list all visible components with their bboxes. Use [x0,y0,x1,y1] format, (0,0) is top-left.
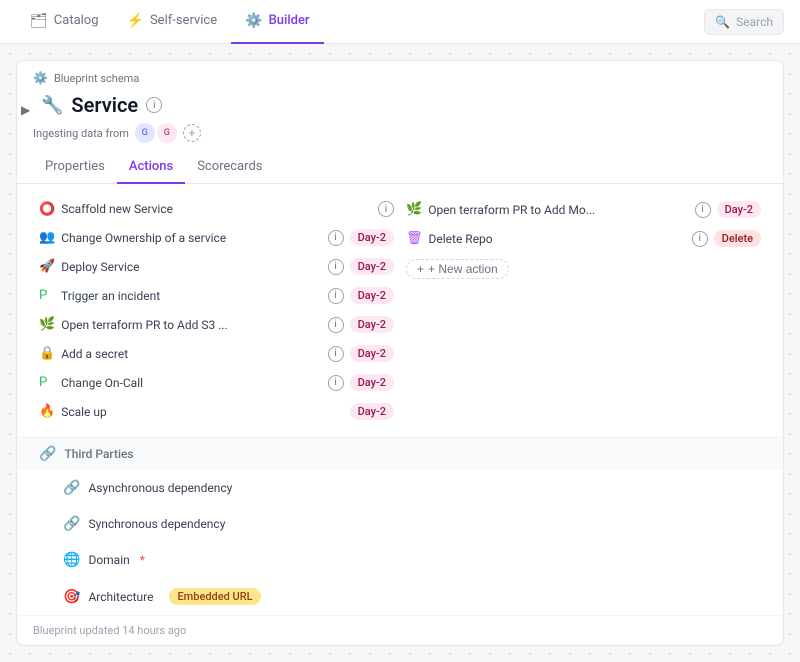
search-icon: 🔍 [715,15,730,29]
top-nav: 🗂 Catalog ⚡ Self-service ⚙️ Builder 🔍 Se… [0,0,800,44]
secret-icon: 🔒 [39,346,55,361]
deploy-badge: Day-2 [350,258,394,275]
incident-icon: P [39,288,55,303]
action-terraform-s3[interactable]: 🌿 Open terraform PR to Add S3 ... i Day-… [33,311,400,338]
plus-icon: + [417,262,424,276]
required-star: * [140,553,145,567]
ownership-badge: Day-2 [350,229,394,246]
action-new: + + New action [400,254,767,284]
domain-icon: 🌐 [63,552,80,568]
oncall-icon: P [39,375,55,390]
builder-icon: ⚙️ [245,13,262,29]
blueprint-card: ⚙️ Blueprint schema ▶ 🔧 Service i Ingest… [16,60,784,646]
relation-sync-dep[interactable]: 🔗 Synchronous dependency [17,506,783,542]
relations-section: 🔗 Third Parties 🔗 Asynchronous dependenc… [17,437,783,615]
scaffold-icon: ⭕ [39,202,55,217]
ingesting-avatars: G G [135,123,177,143]
terraform-mo-info-icon[interactable]: i [695,202,711,218]
tab-actions[interactable]: Actions [117,151,185,184]
scale-icon: 🔥 [39,404,55,419]
avatar-2: G [157,123,177,143]
scaffold-info-icon[interactable]: i [378,201,394,217]
actions-col-left: ⭕ Scaffold new Service i 👥 Change Owners… [33,196,400,425]
deploy-icon: 🚀 [39,259,55,274]
ownership-icon: 👥 [39,230,55,245]
oncall-info-icon[interactable]: i [328,375,344,391]
avatar-1: G [135,123,155,143]
delete-repo-icon: 🗑 [406,231,423,246]
tab-properties[interactable]: Properties [33,151,117,184]
new-action-button[interactable]: + + New action [406,259,509,279]
action-terraform-mo[interactable]: 🌿 Open terraform PR to Add Mo... i Day-2 [400,196,767,223]
action-scaffold[interactable]: ⭕ Scaffold new Service i [33,196,400,222]
ownership-info-icon[interactable]: i [328,230,344,246]
secret-badge: Day-2 [350,345,394,362]
oncall-badge: Day-2 [350,374,394,391]
relation-async-dep[interactable]: 🔗 Asynchronous dependency [17,470,783,506]
action-trigger-incident[interactable]: P Trigger an incident i Day-2 [33,282,400,309]
blueprint-schema-header: ⚙️ Blueprint schema [17,61,783,85]
third-parties-icon: 🔗 [39,446,56,462]
architecture-badge: Embedded URL [169,588,260,605]
service-title-row: 🔧 Service i [17,85,783,121]
bolt-icon: ⚡ [127,13,144,29]
async-dep-icon: 🔗 [63,480,80,496]
canvas-area: ⚙️ Blueprint schema ▶ 🔧 Service i Ingest… [0,44,800,662]
terraform-s3-badge: Day-2 [350,316,394,333]
actions-col-right: 🌿 Open terraform PR to Add Mo... i Day-2… [400,196,767,425]
nav-builder[interactable]: ⚙️ Builder [231,0,323,44]
nav-catalog[interactable]: 🗂 Catalog [16,0,113,44]
terraform-mo-icon: 🌿 [406,202,422,217]
incident-badge: Day-2 [350,287,394,304]
service-info-icon[interactable]: i [146,97,162,113]
incident-info-icon[interactable]: i [328,288,344,304]
deploy-info-icon[interactable]: i [328,259,344,275]
relation-domain[interactable]: 🌐 Domain * [17,542,783,578]
service-title: Service [71,93,138,117]
actions-container: ⭕ Scaffold new Service i 👥 Change Owners… [17,184,783,437]
action-scale-up[interactable]: 🔥 Scale up Day-2 [33,398,400,425]
relation-architecture[interactable]: 🎯 Architecture Embedded URL [17,578,783,615]
catalog-icon: 🗂 [30,13,48,29]
ingesting-row: Ingesting data from G G + [17,121,783,151]
delete-repo-badge: Delete [714,230,761,247]
sync-dep-icon: 🔗 [63,516,80,532]
blueprint-icon: ⚙️ [33,71,48,85]
section-third-parties: 🔗 Third Parties [17,438,783,470]
terraform-mo-badge: Day-2 [717,201,761,218]
nav-self-service[interactable]: ⚡ Self-service [113,0,232,44]
action-delete-repo[interactable]: 🗑 Delete Repo i Delete [400,225,767,252]
card-footer: Blueprint updated 14 hours ago [17,615,783,645]
action-deploy[interactable]: 🚀 Deploy Service i Day-2 [33,253,400,280]
terraform-s3-info-icon[interactable]: i [328,317,344,333]
expand-arrow[interactable]: ▶ [21,103,30,117]
scale-badge: Day-2 [350,403,394,420]
search-box[interactable]: 🔍 Search [704,9,784,35]
service-emoji-icon: 🔧 [41,95,63,116]
secret-info-icon[interactable]: i [328,346,344,362]
tabs-row: Properties Actions Scorecards [17,151,783,184]
action-change-ownership[interactable]: 👥 Change Ownership of a service i Day-2 [33,224,400,251]
tab-scorecards[interactable]: Scorecards [185,151,274,184]
terraform-s3-icon: 🌿 [39,317,55,332]
delete-repo-info-icon[interactable]: i [692,231,708,247]
architecture-icon: 🎯 [63,589,80,605]
action-add-secret[interactable]: 🔒 Add a secret i Day-2 [33,340,400,367]
action-change-oncall[interactable]: P Change On-Call i Day-2 [33,369,400,396]
add-ingestion-button[interactable]: + [183,124,201,142]
